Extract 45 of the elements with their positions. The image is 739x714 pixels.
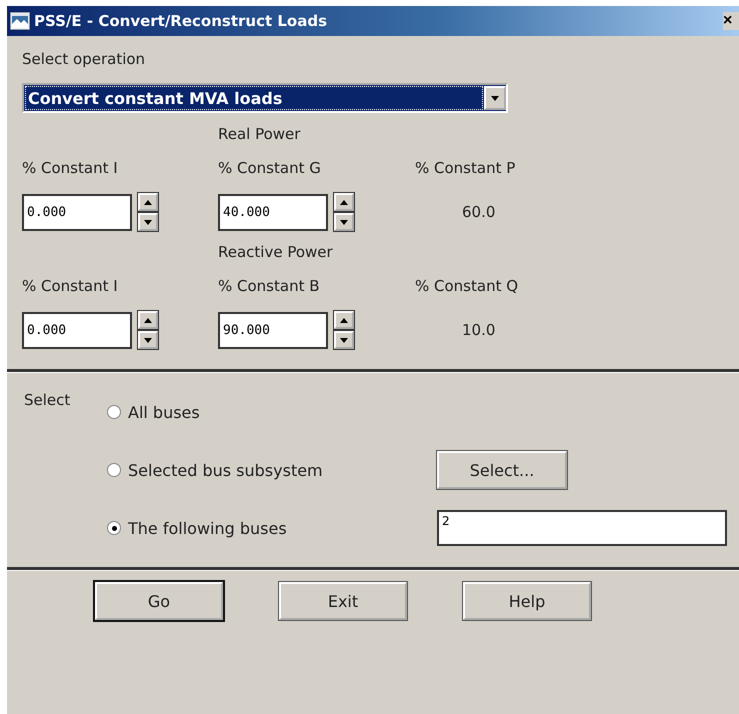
dialog-button[interactable]: Exit xyxy=(279,582,407,620)
column-label: % Constant G xyxy=(218,159,322,177)
dialog-button[interactable]: Help xyxy=(463,582,591,620)
spin-down-button[interactable] xyxy=(138,331,158,349)
buses-field[interactable]: 2 xyxy=(437,510,727,546)
operation-dropdown[interactable]: Convert constant MVA loads xyxy=(22,83,508,113)
column-label: % Constant I xyxy=(22,277,119,295)
up-arrow-icon xyxy=(144,200,152,204)
computed-value: 10.0 xyxy=(461,321,496,339)
close-button[interactable]: × xyxy=(723,12,739,30)
spin-up-button[interactable] xyxy=(334,311,354,329)
down-arrow-icon xyxy=(340,338,348,342)
down-arrow-icon xyxy=(144,338,152,342)
down-arrow-icon xyxy=(340,220,348,224)
percent-field[interactable]: 90.000 xyxy=(218,312,328,348)
select-button[interactable]: Select... xyxy=(437,451,567,489)
computed-value: 60.0 xyxy=(461,203,496,221)
down-arrow-icon xyxy=(144,220,152,224)
column-label: % Constant B xyxy=(218,277,321,295)
percent-field[interactable]: 0.000 xyxy=(22,312,132,348)
spin-down-button[interactable] xyxy=(138,213,158,231)
select-label: Select xyxy=(24,390,72,409)
dialog-button[interactable]: Go xyxy=(95,582,223,620)
up-arrow-icon xyxy=(340,200,348,204)
radio-option[interactable]: All buses xyxy=(107,402,437,422)
section-heading: Real Power xyxy=(218,125,302,143)
percent-field[interactable]: 0.000 xyxy=(22,194,132,230)
section-heading: Reactive Power xyxy=(218,243,334,261)
down-arrow-icon xyxy=(491,96,499,100)
column-label: % Constant I xyxy=(22,159,119,177)
spin-up-button[interactable] xyxy=(334,193,354,211)
radio-option[interactable]: The following buses xyxy=(107,518,437,538)
up-arrow-icon xyxy=(144,318,152,322)
spin-down-button[interactable] xyxy=(334,331,354,349)
spin-down-button[interactable] xyxy=(334,213,354,231)
app-icon xyxy=(10,12,30,30)
column-label: % Constant P xyxy=(415,159,516,177)
window-title: PSS/E - Convert/Reconstruct Loads xyxy=(34,12,328,30)
spin-up-button[interactable] xyxy=(138,311,158,329)
column-label: % Constant Q xyxy=(415,277,520,295)
field-label: Select operation xyxy=(22,50,146,68)
up-arrow-icon xyxy=(340,318,348,322)
dropdown-arrow-button[interactable] xyxy=(484,86,506,110)
spin-up-button[interactable] xyxy=(138,193,158,211)
percent-field[interactable]: 40.000 xyxy=(218,194,328,230)
